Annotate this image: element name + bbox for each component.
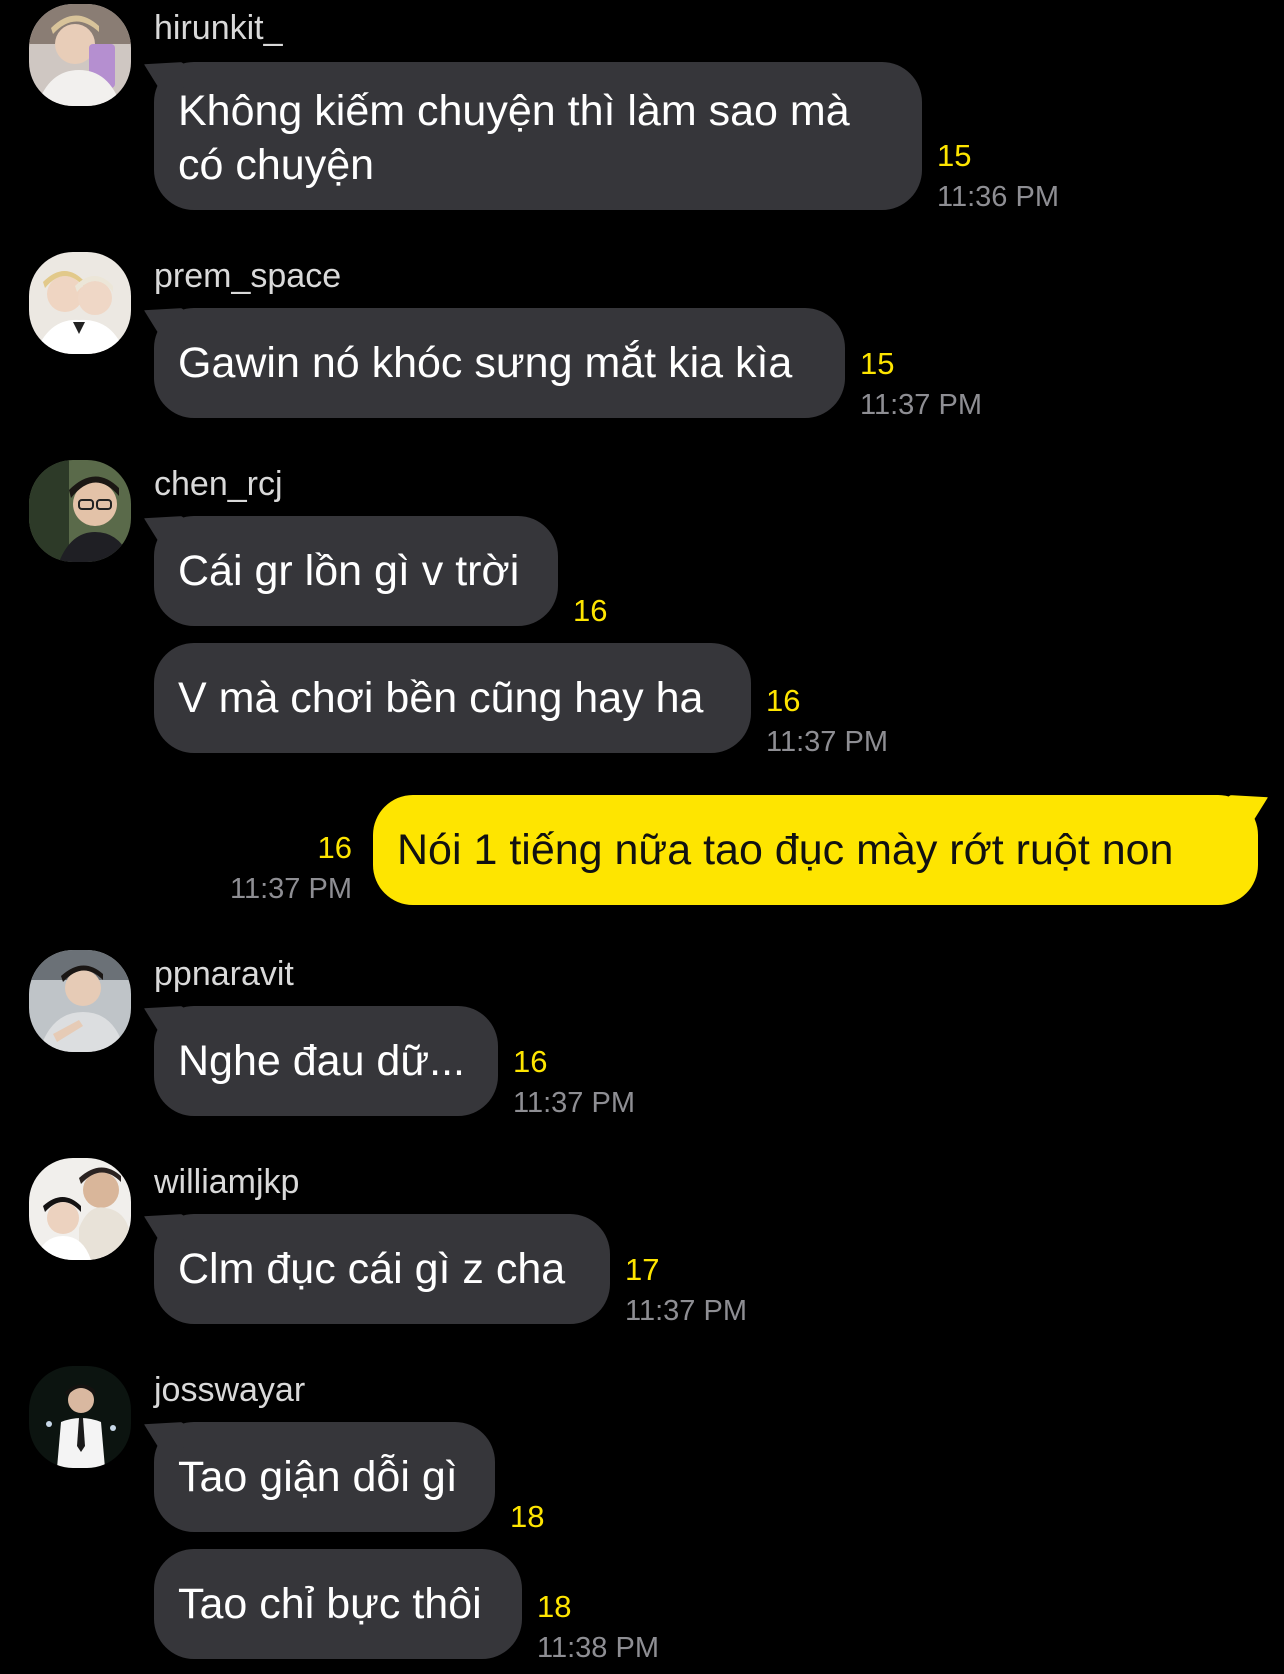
avatar-ppnaravit[interactable] [29, 950, 131, 1052]
unread-count: 18 [510, 1499, 545, 1534]
unread-count: 16 [766, 683, 801, 718]
chat-message-list[interactable]: hirunkit_ Không kiếm chuyện thì làm sao … [0, 0, 1284, 1674]
avatar-josswayar[interactable] [29, 1366, 131, 1468]
user-avatar-photo-icon [29, 252, 131, 354]
my-message-bubble[interactable]: Nói 1 tiếng nữa tao đục mày rớt ruột non [373, 795, 1258, 905]
message-bubble[interactable]: Tao giận dỗi gì [154, 1422, 495, 1532]
user-avatar-photo-icon [29, 950, 131, 1052]
message-bubble[interactable]: Cái gr lồn gì v trời [154, 516, 558, 626]
unread-count: 15 [860, 346, 895, 381]
sender-name: williamjkp [154, 1163, 300, 1201]
sender-name: prem_space [154, 257, 342, 295]
unread-count: 16 [317, 830, 352, 865]
user-avatar-photo-icon [29, 4, 131, 106]
message-bubble[interactable]: Nghe đau dữ... [154, 1006, 498, 1116]
avatar-hirunkit[interactable] [29, 4, 131, 106]
message-bubble[interactable]: Tao chỉ bực thôi [154, 1549, 522, 1659]
unread-count: 17 [625, 1252, 660, 1287]
message-time: 11:37 PM [513, 1087, 635, 1119]
message-time: 11:37 PM [230, 873, 352, 905]
sender-name: hirunkit_ [154, 9, 283, 47]
unread-count: 15 [937, 138, 972, 173]
unread-count: 16 [573, 593, 608, 628]
unread-count: 16 [513, 1044, 548, 1079]
message-time: 11:37 PM [860, 389, 982, 421]
message-time: 11:36 PM [937, 181, 1059, 213]
message-time: 11:37 PM [766, 726, 888, 758]
sender-name: josswayar [154, 1371, 306, 1409]
message-bubble[interactable]: Clm đục cái gì z cha [154, 1214, 610, 1324]
user-avatar-photo-icon [29, 1366, 131, 1468]
message-bubble[interactable]: Không kiếm chuyện thì làm sao mà có chuy… [154, 62, 922, 210]
avatar-williamjkp[interactable] [29, 1158, 131, 1260]
user-avatar-photo-icon [29, 1158, 131, 1260]
message-time: 11:38 PM [537, 1632, 659, 1664]
message-bubble[interactable]: Gawin nó khóc sưng mắt kia kìa [154, 308, 845, 418]
sender-name: chen_rcj [154, 465, 283, 503]
sender-name: ppnaravit [154, 955, 294, 993]
message-bubble[interactable]: V mà chơi bền cũng hay ha [154, 643, 751, 753]
avatar-chen-rcj[interactable] [29, 460, 131, 562]
unread-count: 18 [537, 1589, 572, 1624]
user-avatar-photo-icon [29, 460, 131, 562]
message-time: 11:37 PM [625, 1295, 747, 1327]
avatar-prem-space[interactable] [29, 252, 131, 354]
